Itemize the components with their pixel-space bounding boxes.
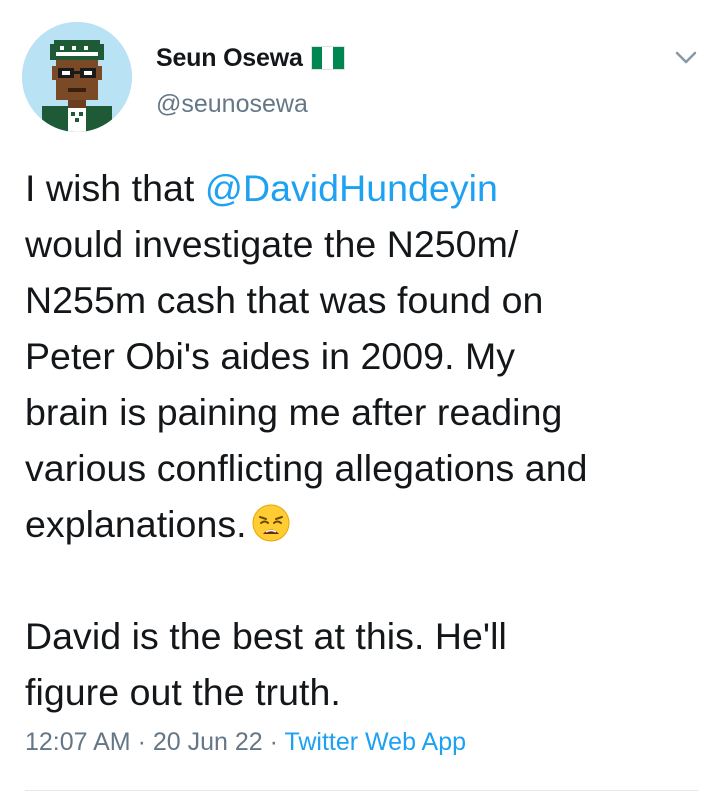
- tweet-card: Seun Osewa @seunosewa I wish that @David…: [0, 0, 720, 795]
- avatar[interactable]: [22, 22, 132, 132]
- tweet-line: figure out the truth.: [25, 671, 341, 713]
- tweet-menu-button[interactable]: [668, 40, 704, 76]
- tweet-line: I wish that @DavidHundeyin: [25, 160, 705, 216]
- author-row[interactable]: Seun Osewa: [156, 40, 345, 76]
- tweet-line: brain is paining me after reading: [25, 391, 563, 433]
- tweet-source-link[interactable]: Twitter Web App: [284, 728, 466, 756]
- tweet-meta: 12:07 AM · 20 Jun 22 · Twitter Web App: [25, 728, 466, 757]
- tweet-line: explanations.: [25, 496, 705, 552]
- tweet-time[interactable]: 12:07 AM: [25, 728, 131, 756]
- divider: [25, 790, 698, 791]
- mention-link[interactable]: @DavidHundeyin: [205, 167, 498, 209]
- tweet-line: Peter Obi's aides in 2009. My: [25, 335, 516, 377]
- pixel-avatar-icon: [22, 22, 132, 132]
- chevron-down-icon: [675, 51, 697, 64]
- tweet-line: N255m cash that was found on: [25, 279, 544, 321]
- meta-separator: ·: [262, 728, 285, 756]
- display-name[interactable]: Seun Osewa: [156, 44, 303, 73]
- tweet-date[interactable]: 20 Jun 22: [153, 728, 263, 756]
- tweet-text-segment: explanations.: [25, 503, 247, 545]
- nigeria-flag-icon: [310, 46, 345, 70]
- tweet-line: would investigate the N250m/: [25, 223, 519, 265]
- weary-face-emoji-icon: [252, 504, 290, 542]
- tweet-line: various conflicting allegations and: [25, 447, 588, 489]
- meta-separator: ·: [130, 728, 153, 756]
- tweet-text-segment: I wish that: [25, 167, 205, 209]
- user-handle[interactable]: @seunosewa: [156, 90, 308, 119]
- tweet-text: I wish that @DavidHundeyin would investi…: [25, 160, 705, 720]
- tweet-line: David is the best at this. He'll: [25, 615, 507, 657]
